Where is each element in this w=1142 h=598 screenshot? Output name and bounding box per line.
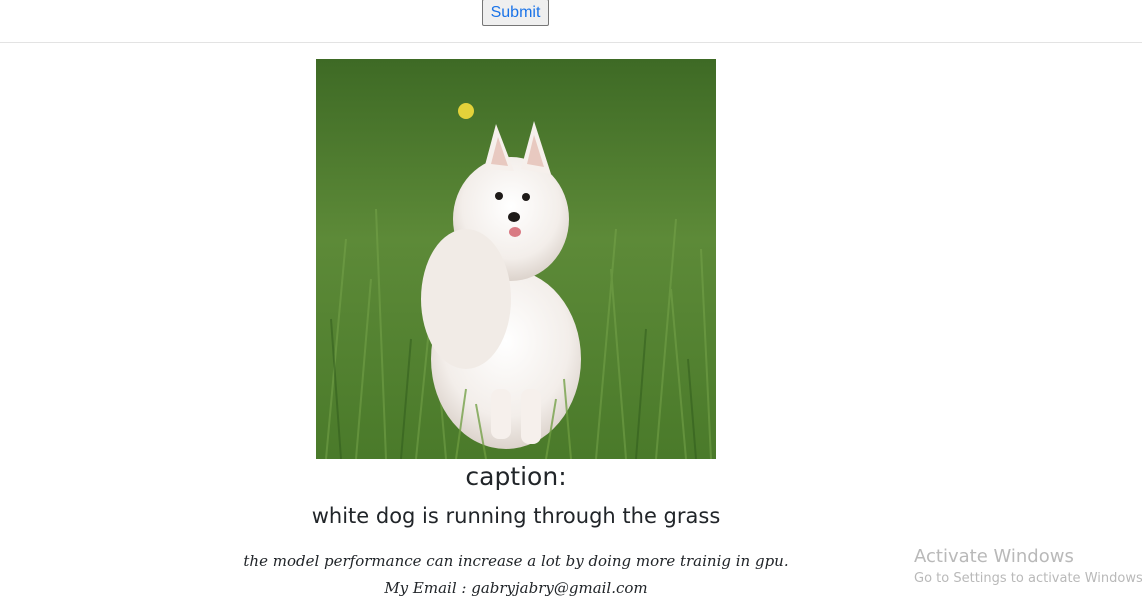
page: Submit caption: white dog is running thr… <box>0 0 1142 598</box>
upload-form-bar: Submit <box>0 0 1142 43</box>
caption-label: caption: <box>465 462 567 491</box>
dog-photo-illustration <box>316 59 716 459</box>
activate-windows-watermark: Activate Windows Go to Settings to activ… <box>914 545 1142 589</box>
watermark-title: Activate Windows <box>914 546 1074 567</box>
model-note: the model performance can increase a lot… <box>243 552 789 570</box>
watermark-subtitle: Go to Settings to activate Windows. <box>914 571 1142 586</box>
caption-text: white dog is running through the grass <box>311 504 721 528</box>
contact-email: My Email : gabryjabry@gmail.com <box>384 579 648 597</box>
uploaded-dog-image <box>316 59 716 459</box>
submit-button[interactable]: Submit <box>482 0 549 26</box>
